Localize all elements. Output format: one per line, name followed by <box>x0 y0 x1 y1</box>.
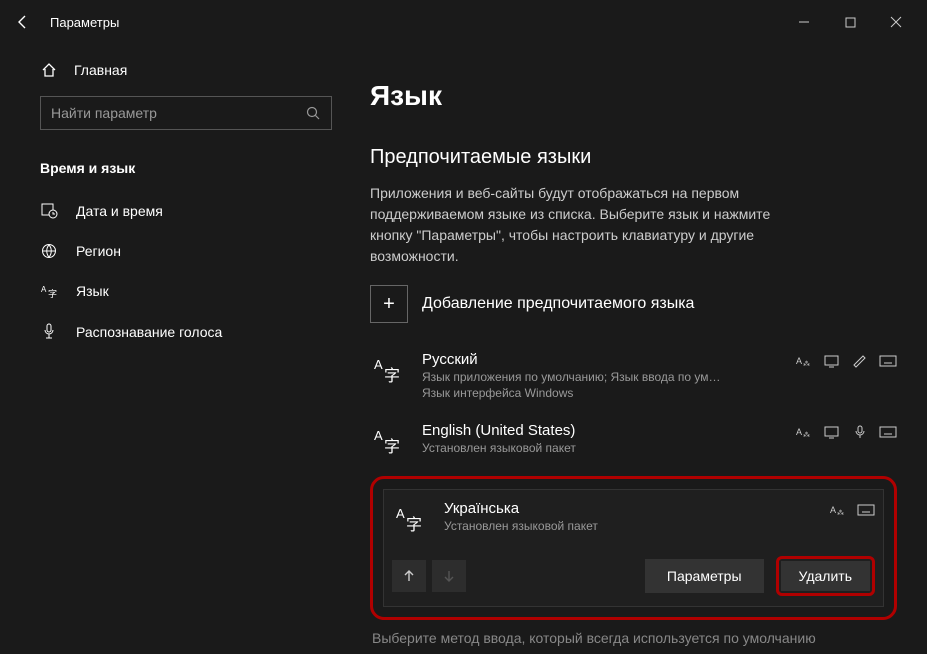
handwriting-feature-icon <box>851 353 869 369</box>
page-description: Приложения и веб-сайты будут отображатьс… <box>370 183 810 267</box>
nav-date-time[interactable]: Дата и время <box>40 190 332 231</box>
globe-icon <box>40 243 58 259</box>
keyboard-feature-icon <box>879 424 897 440</box>
svg-text:A: A <box>796 427 802 437</box>
add-language-label: Добавление предпочитаемого языка <box>422 295 694 313</box>
language-meta: Язык интерфейса Windows <box>422 386 722 400</box>
move-down-button[interactable] <box>432 560 466 592</box>
svg-text:A: A <box>396 506 405 521</box>
svg-text:字: 字 <box>406 516 422 533</box>
search-input[interactable] <box>51 105 305 121</box>
display-feature-icon <box>823 424 841 440</box>
section-title: Время и язык <box>40 154 332 190</box>
language-name: Русский <box>422 351 795 368</box>
svg-text:⁂: ⁂ <box>803 360 810 368</box>
svg-text:⁂: ⁂ <box>837 509 844 517</box>
language-glyph-icon: A字 <box>370 351 408 389</box>
language-name: Українська <box>444 500 829 517</box>
nav-label: Язык <box>76 283 109 299</box>
search-icon <box>305 105 321 121</box>
close-button[interactable] <box>873 6 919 38</box>
svg-text:⁂: ⁂ <box>803 431 810 439</box>
page-subtitle: Предпочитаемые языки <box>370 146 897 169</box>
keyboard-feature-icon <box>857 502 875 518</box>
language-glyph-icon: A字 <box>392 500 430 538</box>
delete-button[interactable]: Удалить <box>781 561 870 591</box>
home-icon <box>40 62 58 78</box>
highlighted-language-panel: A字 Українська Установлен языковой пакет … <box>370 476 897 620</box>
move-up-button[interactable] <box>392 560 426 592</box>
language-item-russian[interactable]: A字 Русский Язык приложения по умолчанию;… <box>370 345 897 406</box>
options-button[interactable]: Параметры <box>645 559 764 593</box>
maximize-button[interactable] <box>827 6 873 38</box>
svg-text:字: 字 <box>48 288 57 299</box>
speech-feature-icon <box>851 424 869 440</box>
svg-text:字: 字 <box>384 367 400 384</box>
page-title: Язык <box>370 80 897 112</box>
plus-icon: + <box>370 285 408 323</box>
language-meta: Установлен языковой пакет <box>422 441 722 455</box>
home-link[interactable]: Главная <box>40 52 332 96</box>
nav-label: Регион <box>76 243 121 259</box>
tts-feature-icon: A⁂ <box>795 424 813 440</box>
input-method-link[interactable]: Выберите метод ввода, который всегда исп… <box>370 630 897 646</box>
delete-button-highlight: Удалить <box>776 556 875 596</box>
keyboard-feature-icon <box>879 353 897 369</box>
minimize-button[interactable] <box>781 6 827 38</box>
tts-feature-icon: A⁂ <box>795 353 813 369</box>
app-title: Параметры <box>50 15 119 30</box>
svg-text:A: A <box>796 356 802 366</box>
language-meta: Установлен языковой пакет <box>444 519 744 533</box>
language-icon: A字 <box>40 284 58 299</box>
calendar-clock-icon <box>40 202 58 219</box>
language-name: English (United States) <box>422 422 795 439</box>
search-box[interactable] <box>40 96 332 130</box>
svg-text:A: A <box>374 428 383 443</box>
language-item-english[interactable]: A字 English (United States) Установлен яз… <box>370 416 897 466</box>
nav-label: Дата и время <box>76 203 163 219</box>
display-feature-icon <box>823 353 841 369</box>
home-label: Главная <box>74 62 127 78</box>
language-meta: Язык приложения по умолчанию; Язык ввода… <box>422 370 722 384</box>
svg-text:字: 字 <box>384 438 400 455</box>
nav-region[interactable]: Регион <box>40 231 332 271</box>
svg-text:A: A <box>41 285 47 294</box>
nav-label: Распознавание голоса <box>76 324 222 340</box>
nav-language[interactable]: A字 Язык <box>40 271 332 311</box>
tts-feature-icon: A⁂ <box>829 502 847 518</box>
back-button[interactable] <box>8 7 38 37</box>
language-glyph-icon: A字 <box>370 422 408 460</box>
nav-speech[interactable]: Распознавание голоса <box>40 311 332 352</box>
microphone-icon <box>40 323 58 340</box>
svg-text:A: A <box>374 357 383 372</box>
language-item-ukrainian[interactable]: A字 Українська Установлен языковой пакет … <box>383 489 884 607</box>
svg-text:A: A <box>830 505 836 515</box>
add-language-button[interactable]: + Добавление предпочитаемого языка <box>370 285 897 323</box>
